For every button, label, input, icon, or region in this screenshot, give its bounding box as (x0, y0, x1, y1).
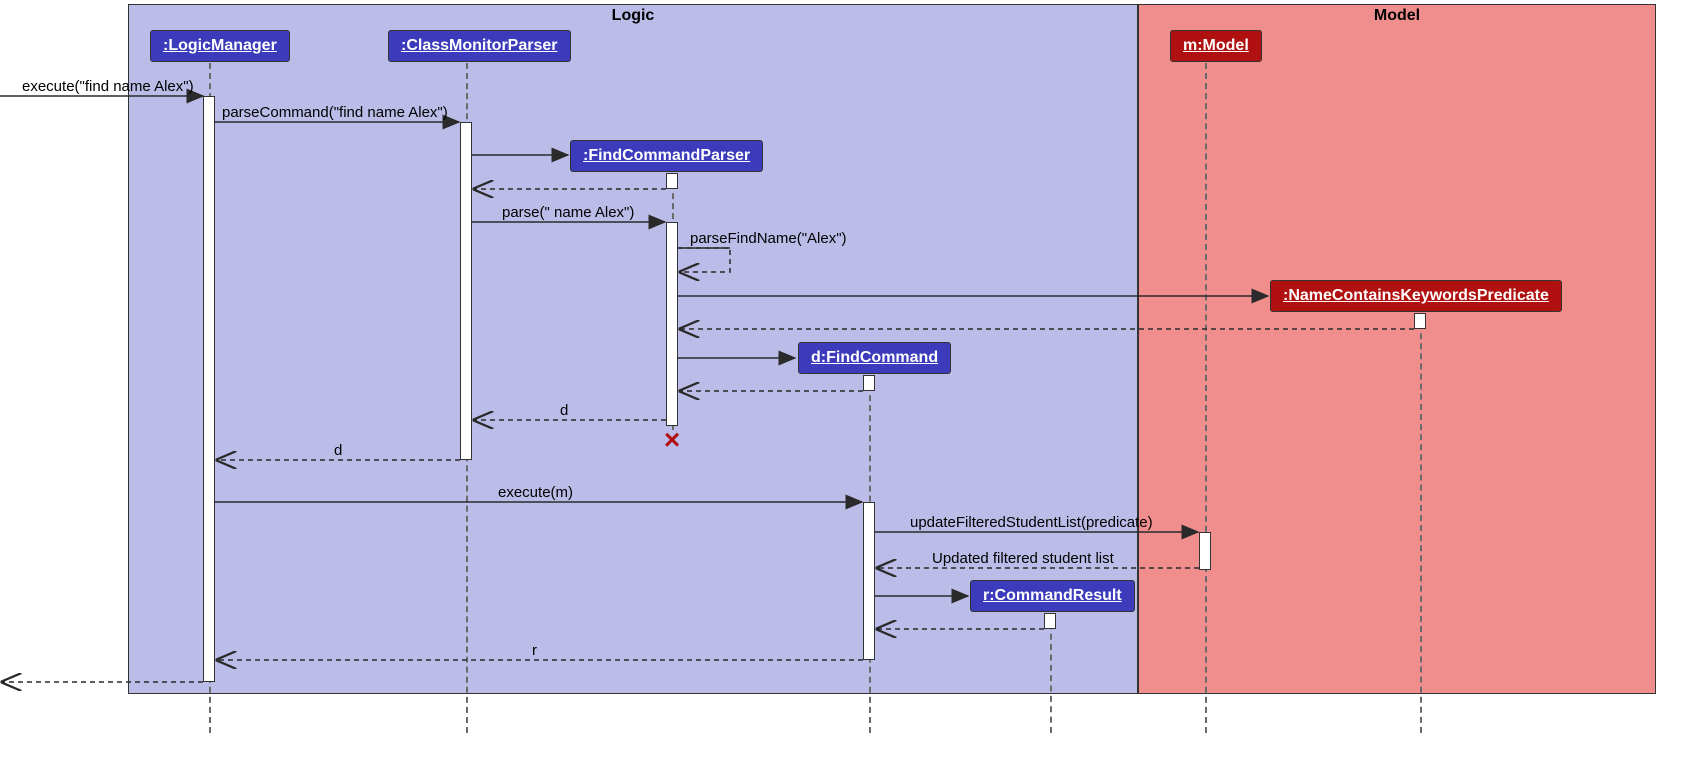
msg-execute-m: execute(m) (496, 484, 575, 501)
participant-logic-manager: :LogicManager (150, 30, 290, 62)
msg-update-filtered: updateFilteredStudentList(predicate) (908, 514, 1155, 531)
participant-command-result: r:CommandResult (970, 580, 1135, 612)
activation-predicate (1414, 313, 1426, 329)
frame-model: Model (1138, 4, 1656, 694)
lifeline-model (1205, 63, 1207, 733)
msg-parse: parse(" name Alex") (500, 204, 636, 221)
activation-logic-manager (203, 96, 215, 682)
msg-updated-list: Updated filtered student list (930, 550, 1116, 567)
destroy-icon: × (660, 428, 684, 452)
msg-d-2: d (332, 442, 344, 459)
lifeline-command-result (1050, 613, 1052, 733)
activation-model (1199, 532, 1211, 570)
frame-title-model: Model (1374, 7, 1420, 25)
activation-find-command-parser-2 (666, 222, 678, 426)
participant-predicate: :NameContainsKeywordsPredicate (1270, 280, 1562, 312)
msg-r: r (530, 642, 539, 659)
activation-find-command-2 (863, 502, 875, 660)
activation-find-command-parser-1 (666, 173, 678, 189)
activation-find-command-1 (863, 375, 875, 391)
frame-title-logic: Logic (612, 7, 655, 25)
activation-command-result (1044, 613, 1056, 629)
participant-find-command-parser: :FindCommandParser (570, 140, 763, 172)
sequence-diagram: Logic Model :LogicManager :ClassMonitorP… (0, 0, 1696, 760)
msg-parse-command: parseCommand("find name Alex") (220, 104, 450, 121)
lifeline-predicate (1420, 313, 1422, 733)
msg-d-1: d (558, 402, 570, 419)
participant-class-monitor-parser: :ClassMonitorParser (388, 30, 571, 62)
msg-parse-find-name: parseFindName("Alex") (688, 230, 849, 247)
participant-find-command: d:FindCommand (798, 342, 951, 374)
participant-model: m:Model (1170, 30, 1262, 62)
activation-class-monitor-parser (460, 122, 472, 460)
msg-execute-find: execute("find name Alex") (20, 78, 196, 95)
